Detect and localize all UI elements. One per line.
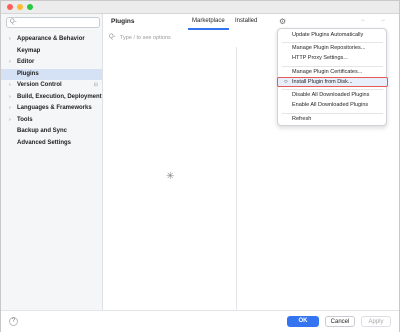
menu-item-update-automatically[interactable]: Update Plugins Automatically (292, 32, 363, 38)
plugin-list-pane: ✳ (104, 47, 237, 310)
search-icon: Q- (109, 34, 116, 40)
zoom-window-button[interactable] (27, 4, 33, 10)
radio-marker-icon: ○ (284, 79, 288, 85)
menu-separator (282, 113, 383, 114)
sidebar-item-appearance[interactable]: › Appearance & Behavior (1, 34, 102, 46)
help-icon[interactable]: ? (9, 317, 18, 326)
settings-search-input[interactable]: Q- (6, 17, 100, 28)
ok-button[interactable]: OK (287, 316, 319, 327)
cancel-button[interactable]: Cancel (325, 316, 355, 327)
chevron-right-icon: › (9, 82, 11, 88)
tab-marketplace[interactable]: Marketplace (192, 18, 225, 24)
settings-nav: › Appearance & Behavior Keymap › Editor … (1, 34, 102, 149)
minimize-window-button[interactable] (17, 4, 23, 10)
menu-separator (282, 66, 383, 67)
sidebar-item-editor[interactable]: › Editor (1, 57, 102, 69)
menu-item-disable-downloaded[interactable]: Disable All Downloaded Plugins (292, 92, 369, 98)
back-forward-arrows-icon[interactable]: ← → (360, 17, 392, 23)
plugin-search-input[interactable]: Q- Type / to see options (109, 34, 236, 44)
sidebar-item-languages[interactable]: › Languages & Frameworks (1, 103, 102, 115)
sidebar-item-advanced[interactable]: Advanced Settings (1, 138, 102, 150)
menu-separator (282, 42, 383, 43)
gear-icon[interactable]: ⚙ (279, 17, 286, 26)
sidebar-item-label: Backup and Sync (17, 128, 68, 134)
sidebar-item-plugins[interactable]: Plugins (1, 68, 102, 80)
sidebar-item-keymap[interactable]: Keymap (1, 46, 102, 58)
active-tab-indicator (188, 28, 229, 30)
chevron-right-icon: › (9, 36, 11, 42)
sidebar-item-version-control[interactable]: › Version Control ⊟ (1, 80, 102, 92)
page-title: Plugins (111, 18, 135, 25)
search-icon: Q- (10, 19, 17, 25)
menu-item-refresh[interactable]: Refresh (292, 116, 311, 122)
menu-item-manage-certificates[interactable]: Manage Plugin Certificates... (292, 69, 362, 75)
settings-sidebar: Q- › Appearance & Behavior Keymap › Edit… (1, 14, 103, 310)
sidebar-item-label: Appearance & Behavior (17, 36, 85, 42)
menu-item-manage-repositories[interactable]: Manage Plugin Repositories... (292, 45, 365, 51)
menu-item-install-from-disk[interactable]: Install Plugin from Disk... (292, 79, 353, 85)
sidebar-item-label: Languages & Frameworks (17, 105, 92, 111)
chevron-right-icon: › (9, 59, 11, 65)
sidebar-item-label: Keymap (17, 47, 41, 54)
sidebar-item-backup-sync[interactable]: Backup and Sync (1, 126, 102, 138)
title-bar (1, 1, 399, 14)
sidebar-item-label: Editor (17, 59, 35, 65)
search-placeholder: Type / to see options (120, 35, 171, 41)
loading-spinner-icon: ✳ (166, 171, 175, 182)
chevron-right-icon: › (9, 93, 11, 100)
menu-item-enable-downloaded[interactable]: Enable All Downloaded Plugins (292, 102, 368, 108)
chevron-right-icon: › (9, 105, 11, 111)
settings-window: Q- › Appearance & Behavior Keymap › Edit… (0, 0, 400, 332)
plugin-settings-menu: Update Plugins Automatically Manage Plug… (277, 28, 388, 126)
dialog-footer: ? OK Cancel Apply (1, 310, 399, 332)
chevron-right-icon: › (9, 116, 11, 123)
sidebar-item-label: Build, Execution, Deployment (17, 93, 102, 100)
sidebar-item-build[interactable]: › Build, Execution, Deployment (1, 92, 102, 104)
sidebar-item-label: Plugins (17, 70, 39, 77)
sidebar-item-tools[interactable]: › Tools (1, 115, 102, 127)
sidebar-item-label: Version Control (17, 82, 62, 88)
project-scope-icon: ⊟ (93, 82, 98, 88)
tab-installed[interactable]: Installed (235, 18, 257, 24)
sidebar-item-label: Tools (17, 116, 33, 123)
apply-button[interactable]: Apply (361, 316, 391, 327)
sidebar-item-label: Advanced Settings (17, 139, 72, 146)
menu-item-http-proxy[interactable]: HTTP Proxy Settings... (292, 55, 348, 61)
menu-separator (282, 89, 383, 90)
close-window-button[interactable] (7, 4, 13, 10)
